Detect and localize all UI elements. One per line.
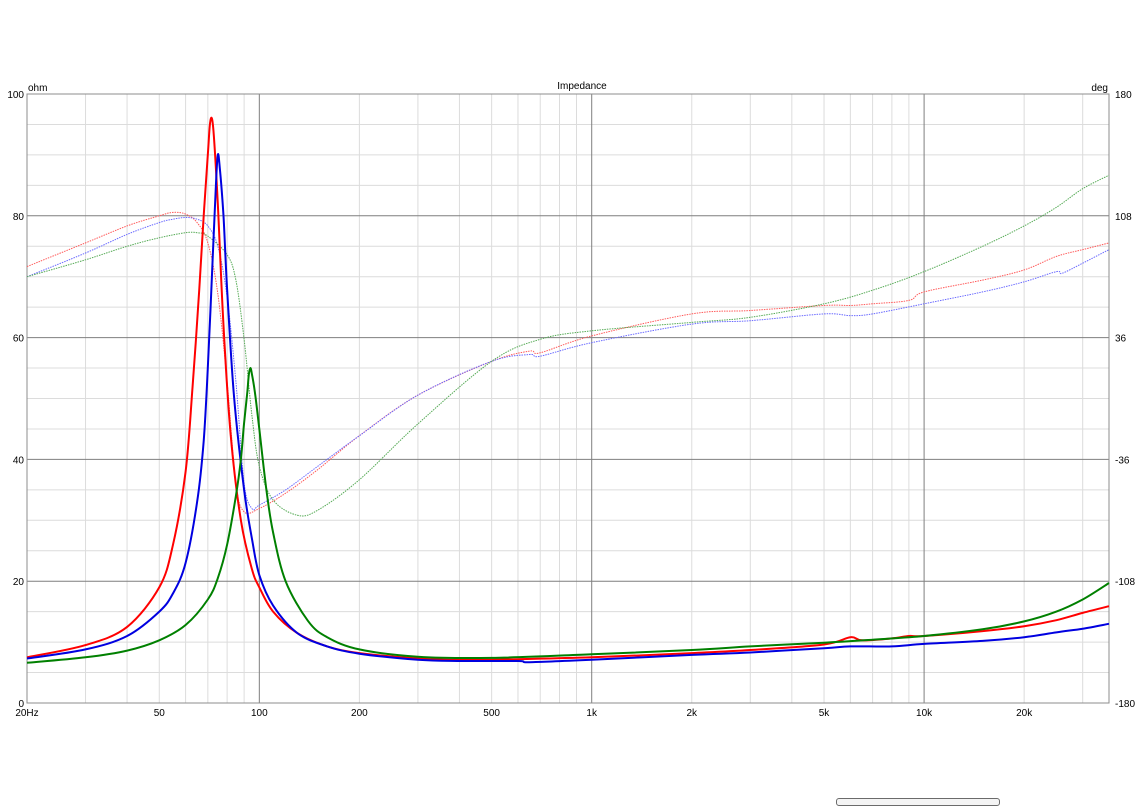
minor-gridlines (26, 94, 1109, 703)
x-tick-label: 2k (686, 708, 698, 719)
x-tick-label: 500 (483, 708, 500, 719)
y-tick-label: 60 (13, 334, 25, 345)
y2-tick-label: -36 (1115, 455, 1130, 466)
y-tick-label: 20 (13, 577, 25, 588)
y2-tick-label: -180 (1115, 699, 1135, 710)
y2-tick-label: 108 (1115, 212, 1132, 223)
x-tick-label: 1k (586, 708, 598, 719)
scrollbar-handle[interactable] (836, 798, 1000, 806)
plot-background (0, 0, 1136, 800)
y2-tick-label: 180 (1115, 90, 1132, 101)
y2-tick-label: -108 (1115, 577, 1135, 588)
y2-axis-label: deg (1091, 83, 1108, 94)
x-tick-label: 200 (351, 708, 368, 719)
y2-tick-label: 36 (1115, 334, 1127, 345)
x-tick-label: 5k (819, 708, 831, 719)
chart-title: Impedance (557, 81, 607, 92)
x-tick-label: 20k (1016, 708, 1033, 719)
y-axis-label: ohm (28, 83, 47, 94)
x-tick-label: 100 (251, 708, 268, 719)
y-tick-label: 100 (7, 90, 24, 101)
y-tick-label: 80 (13, 212, 25, 223)
impedance-chart: 20Hz 50 100 200 500 1k 2k 5k 10k 20k 020406080100… (0, 0, 1136, 800)
y-tick-label: 40 (13, 455, 25, 466)
y-tick-label: 0 (18, 699, 24, 710)
x-tick-label: 10k (916, 708, 933, 719)
x-tick-label: 50 (154, 708, 166, 719)
